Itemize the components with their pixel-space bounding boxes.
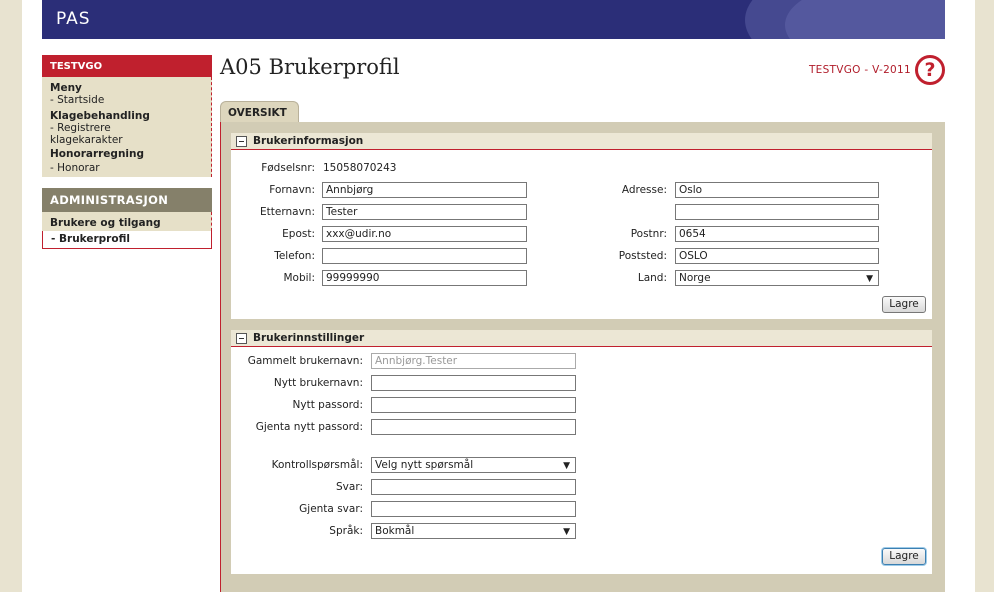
fodselsnr-value: 15058070243 xyxy=(323,162,397,174)
gammelt-brukernavn-field: Annbjørg.Tester xyxy=(371,353,576,369)
sidebar-header: TESTVGO xyxy=(42,55,212,77)
fodselsnr-label: Fødselsnr: xyxy=(261,162,315,174)
nytt-brukernavn-label: Nytt brukernavn: xyxy=(273,377,363,389)
brukerinnstillinger-title: Brukerinnstillinger xyxy=(253,332,365,344)
collapse-icon[interactable] xyxy=(236,333,247,344)
poststed-field[interactable]: OSLO xyxy=(675,248,879,264)
sidebar: TESTVGO Meny - Startside Klagebehandling… xyxy=(42,55,212,249)
tab-panel: Brukerinformasjon Fødselsnr: 15058070243… xyxy=(220,122,945,592)
gjenta-svar-label: Gjenta svar: xyxy=(299,503,363,515)
save-button-brukerinnstillinger[interactable]: Lagre xyxy=(882,548,926,565)
gjenta-passord-label: Gjenta nytt passord: xyxy=(255,421,363,433)
sidebar-section-brukere[interactable]: Brukere og tilgang xyxy=(50,217,211,229)
gammelt-brukernavn-label: Gammelt brukernavn: xyxy=(247,355,363,367)
help-icon[interactable]: ? xyxy=(915,55,945,85)
svar-label: Svar: xyxy=(336,481,363,493)
brukerinformasjon-header: Brukerinformasjon xyxy=(231,133,932,150)
nytt-passord-label: Nytt passord: xyxy=(292,399,363,411)
system-label: TESTVGO - V-2011 xyxy=(808,64,911,76)
telefon-field[interactable] xyxy=(322,248,527,264)
sidebar-item-startside[interactable]: - Startside xyxy=(50,94,211,106)
tab-oversikt[interactable]: OVERSIKT xyxy=(220,101,299,123)
postnr-label: Postnr: xyxy=(630,228,667,240)
brukerinnstillinger-panel: Brukerinnstillinger Gammelt brukernavn: … xyxy=(231,330,932,574)
nytt-brukernavn-field[interactable] xyxy=(371,375,576,391)
kontrollsporsmal-select[interactable]: Velg nytt spørsmål xyxy=(371,457,576,473)
adresse-line2-field[interactable] xyxy=(675,204,879,220)
poststed-label: Poststed: xyxy=(618,250,667,262)
telefon-label: Telefon: xyxy=(274,250,315,262)
save-button-brukerinformasjon[interactable]: Lagre xyxy=(882,296,926,313)
sidebar-admin-box: Brukere og tilgang xyxy=(42,212,212,231)
brukerinnstillinger-header: Brukerinnstillinger xyxy=(231,330,932,347)
etternavn-label: Etternavn: xyxy=(260,206,315,218)
gjenta-svar-field[interactable] xyxy=(371,501,576,517)
epost-label: Epost: xyxy=(282,228,315,240)
mobil-label: Mobil: xyxy=(283,272,315,284)
sprak-label: Språk: xyxy=(329,525,363,537)
collapse-icon[interactable] xyxy=(236,136,247,147)
etternavn-field[interactable]: Tester xyxy=(322,204,527,220)
land-select[interactable]: Norge xyxy=(675,270,879,286)
sidebar-menu-box: Meny - Startside Klagebehandling - Regis… xyxy=(42,77,212,177)
land-label: Land: xyxy=(637,272,667,284)
header-banner: PAS xyxy=(42,0,945,39)
fornavn-field[interactable]: Annbjørg xyxy=(322,182,527,198)
app-title: PAS xyxy=(56,9,91,29)
sprak-select[interactable]: Bokmål xyxy=(371,523,576,539)
sidebar-section-klagebehandling: Klagebehandling xyxy=(50,110,150,122)
mobil-field[interactable]: 99999990 xyxy=(322,270,527,286)
gjenta-passord-field[interactable] xyxy=(371,419,576,435)
sidebar-item-brukerprofil[interactable]: - Brukerprofil xyxy=(42,231,212,249)
sidebar-item-registrere-klagekarakter[interactable]: - Registrere klagekarakter xyxy=(50,122,140,146)
sidebar-admin-header: ADMINISTRASJON xyxy=(42,188,212,212)
sidebar-section-honorarregning: Honorarregning xyxy=(50,148,145,160)
nytt-passord-field[interactable] xyxy=(371,397,576,413)
adresse-label: Adresse: xyxy=(621,184,667,196)
banner-swoosh-decoration-2 xyxy=(785,0,945,39)
svar-field[interactable] xyxy=(371,479,576,495)
brukerinformasjon-title: Brukerinformasjon xyxy=(253,135,364,147)
adresse-field[interactable]: Oslo xyxy=(675,182,879,198)
page: PAS TESTVGO Meny - Startside Klagebehand… xyxy=(22,0,975,592)
brukerinformasjon-panel: Brukerinformasjon Fødselsnr: 15058070243… xyxy=(231,133,932,319)
page-title: A05 Brukerprofil xyxy=(220,55,400,79)
fornavn-label: Fornavn: xyxy=(269,184,315,196)
sidebar-item-honorar[interactable]: - Honorar xyxy=(50,162,211,174)
epost-field[interactable]: xxx@udir.no xyxy=(322,226,527,242)
sidebar-section-meny: Meny xyxy=(50,82,82,94)
postnr-field[interactable]: 0654 xyxy=(675,226,879,242)
kontrollsporsmal-label: Kontrollspørsmål: xyxy=(271,459,363,471)
